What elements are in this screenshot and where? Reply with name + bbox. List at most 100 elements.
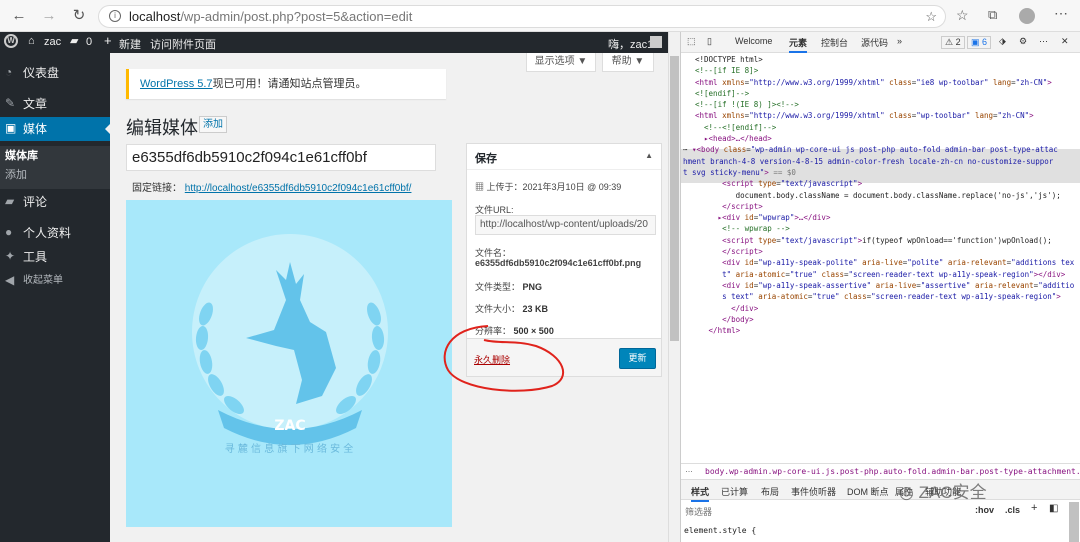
tab-console[interactable]: 控制台 (821, 36, 848, 49)
permalink-label: 固定链接： (132, 183, 182, 194)
wechat-icon: ◎ (899, 483, 914, 502)
file-type: 文件类型： PNG (475, 280, 542, 293)
breadcrumb-text: body.wp-admin.wp-core-ui.js.post-php.aut… (705, 467, 1080, 476)
breadcrumb-more-icon[interactable]: … (685, 465, 693, 474)
device-icon[interactable]: ▯ (707, 36, 712, 47)
menu-label: 仪表盘 (23, 66, 60, 80)
warnings-count: 2 (955, 37, 961, 47)
inspect-icon[interactable]: ⬚ (687, 36, 696, 47)
upload-date-text: 上传于：2021年3月10日 @ 09:39 (486, 182, 622, 192)
issues-badge[interactable]: ▣ 6 (967, 36, 992, 49)
watermark: ◎ ZAC安全 (899, 478, 987, 503)
more-tabs-icon[interactable]: » (897, 36, 902, 46)
profile-avatar[interactable] (1019, 8, 1035, 24)
dashboard-icon: ◔ (5, 65, 13, 79)
wordpress-update-link[interactable]: WordPress 5.7 (140, 78, 213, 90)
tab-elements[interactable]: 元素 (789, 36, 808, 53)
title-input[interactable]: e6355df6db5910c2f094c1e61cff0bf (126, 144, 436, 171)
menu-tools[interactable]: ✦ 工具 (0, 245, 110, 269)
dom-tree[interactable]: <!DOCTYPE html> <!--[if IE 8]> <html xml… (683, 54, 1080, 336)
add-new-button[interactable]: 添加 (199, 116, 227, 133)
tab-welcome[interactable]: Welcome (735, 36, 772, 46)
home-icon[interactable]: ⌂ (28, 35, 35, 47)
slogan-text: 寻 麓 信 息 旗 下 网 络 安 全 (225, 442, 354, 455)
add-rule-icon[interactable]: + (1031, 502, 1037, 514)
menu-posts[interactable]: ✎ 文章 (0, 92, 110, 116)
back-icon[interactable]: ← (10, 7, 28, 25)
media-icon: ▣ (5, 121, 17, 135)
calendar-icon: ▦ (475, 182, 485, 192)
filter-input[interactable]: 筛选器 (685, 505, 712, 518)
url-text: localhost/wp-admin/post.php?post=5&actio… (129, 9, 413, 24)
feedback-icon[interactable]: ⬗ (999, 36, 1006, 47)
favorite-icon[interactable]: ☆ (925, 9, 937, 25)
wordpress-icon[interactable]: W (4, 34, 18, 48)
comments-count[interactable]: 0 (86, 36, 92, 48)
styles-subtabs: 样式 已计算 布局 事件侦听器 DOM 断点 属性 辅助功能 (681, 479, 1080, 502)
screen-options-button[interactable]: 显示选项 ▼ (526, 53, 596, 72)
filename-value: e6355df6db5910c2f094c1e61cff0bf.png (475, 258, 642, 268)
submenu-add[interactable]: 添加 (0, 165, 110, 185)
menu-comments[interactable]: ▰ 评论 (0, 190, 110, 214)
comment-icon[interactable]: ▰ (70, 34, 78, 47)
dom-breadcrumb[interactable]: body.wp-admin.wp-core-ui.js.post-php.aut… (681, 463, 1080, 479)
menu-collapse[interactable]: ◀ 收起菜单 (0, 269, 110, 293)
reload-icon[interactable]: ↻ (70, 7, 88, 25)
site-name[interactable]: zac (44, 36, 61, 48)
info-icon[interactable]: i (109, 10, 121, 22)
file-url-field[interactable]: http://localhost/wp-content/uploads/20 (475, 215, 656, 235)
menu-profile[interactable]: ● 个人资料 (0, 221, 110, 245)
red-annotation-circle (443, 325, 564, 392)
tab-sources[interactable]: 源代码 (861, 36, 888, 49)
wrench-icon: ✦ (5, 249, 16, 263)
logo-text: ZAC (274, 418, 305, 434)
collections-icon[interactable]: ☆ (956, 7, 969, 24)
settings-icon[interactable]: ⚙ (1019, 36, 1027, 47)
more-icon[interactable]: ⋯ (1054, 5, 1068, 22)
submenu-library[interactable]: 媒体库 (0, 146, 110, 166)
hov-toggle[interactable]: :hov (975, 505, 994, 515)
file-size-label: 文件大小： (475, 304, 521, 314)
plus-icon[interactable]: + (104, 33, 112, 48)
cls-toggle[interactable]: .cls (1005, 505, 1020, 515)
subtab-layout[interactable]: 布局 (761, 485, 779, 498)
menu-label: 媒体 (23, 122, 48, 136)
toggle-sidebar-icon[interactable]: ◧ (1049, 503, 1058, 514)
file-size-value: 23 KB (522, 304, 549, 314)
menu-dashboard[interactable]: ◔ 仪表盘 (0, 61, 110, 85)
tabs-icon[interactable]: ⧉ (988, 7, 997, 23)
wp-admin-bar: W ⌂ zac ▰ 0 + 新建 访问附件页面 嗨，zac1 (0, 32, 668, 53)
styles-scrollbar[interactable] (1069, 502, 1079, 542)
new-link[interactable]: 新建 (119, 36, 141, 52)
subtab-computed[interactable]: 已计算 (721, 485, 748, 498)
permalink: 固定链接： http://localhost/e6355df6db5910c2f… (132, 179, 411, 194)
file-type-label: 文件类型： (475, 282, 521, 292)
more-options-icon[interactable]: ⋯ (1039, 36, 1048, 47)
warnings-badge[interactable]: ⚠ 2 (941, 36, 965, 49)
menu-label: 评论 (23, 195, 48, 209)
comment-icon: ▰ (5, 194, 15, 208)
element-style-rule[interactable]: element.style { (684, 526, 756, 535)
view-attachment-link[interactable]: 访问附件页面 (150, 36, 216, 52)
scrollbar-thumb[interactable] (670, 56, 679, 341)
subtab-dom-breakpoints[interactable]: DOM 断点 (847, 485, 889, 498)
help-button[interactable]: 帮助 ▼ (602, 53, 654, 72)
pin-icon: ✎ (5, 96, 16, 110)
forward-icon[interactable]: → (40, 7, 58, 25)
subtab-event-listeners[interactable]: 事件侦听器 (791, 485, 836, 498)
watermark-text: ZAC安全 (918, 483, 987, 502)
zac-logo-image: ZAC 寻 麓 信 息 旗 下 网 络 安 全 (192, 234, 388, 455)
address-bar[interactable]: i localhost/wp-admin/post.php?post=5&act… (98, 5, 946, 28)
user-avatar[interactable] (650, 36, 662, 48)
file-size: 文件大小： 23 KB (475, 302, 548, 315)
user-icon: ● (5, 225, 13, 239)
update-button[interactable]: 更新 (619, 348, 656, 369)
menu-media[interactable]: ▣ 媒体 (0, 117, 110, 141)
file-type-value: PNG (522, 282, 543, 292)
wp-sidebar: ◔ 仪表盘 ✎ 文章 ▣ 媒体 媒体库 添加 ▰ 评论 ● 个人资料 ✦ 工具 ◀ 收起菜单 (0, 53, 110, 542)
permalink-url[interactable]: http://localhost/e6355df6db5910c2f094c1e… (185, 183, 412, 194)
close-icon[interactable]: ✕ (1061, 36, 1069, 47)
collapse-caret-icon[interactable]: ▲ (645, 151, 653, 160)
notice-text: 现已可用！请通知站点管理员。 (212, 78, 367, 90)
greeting[interactable]: 嗨，zac1 (608, 36, 653, 52)
